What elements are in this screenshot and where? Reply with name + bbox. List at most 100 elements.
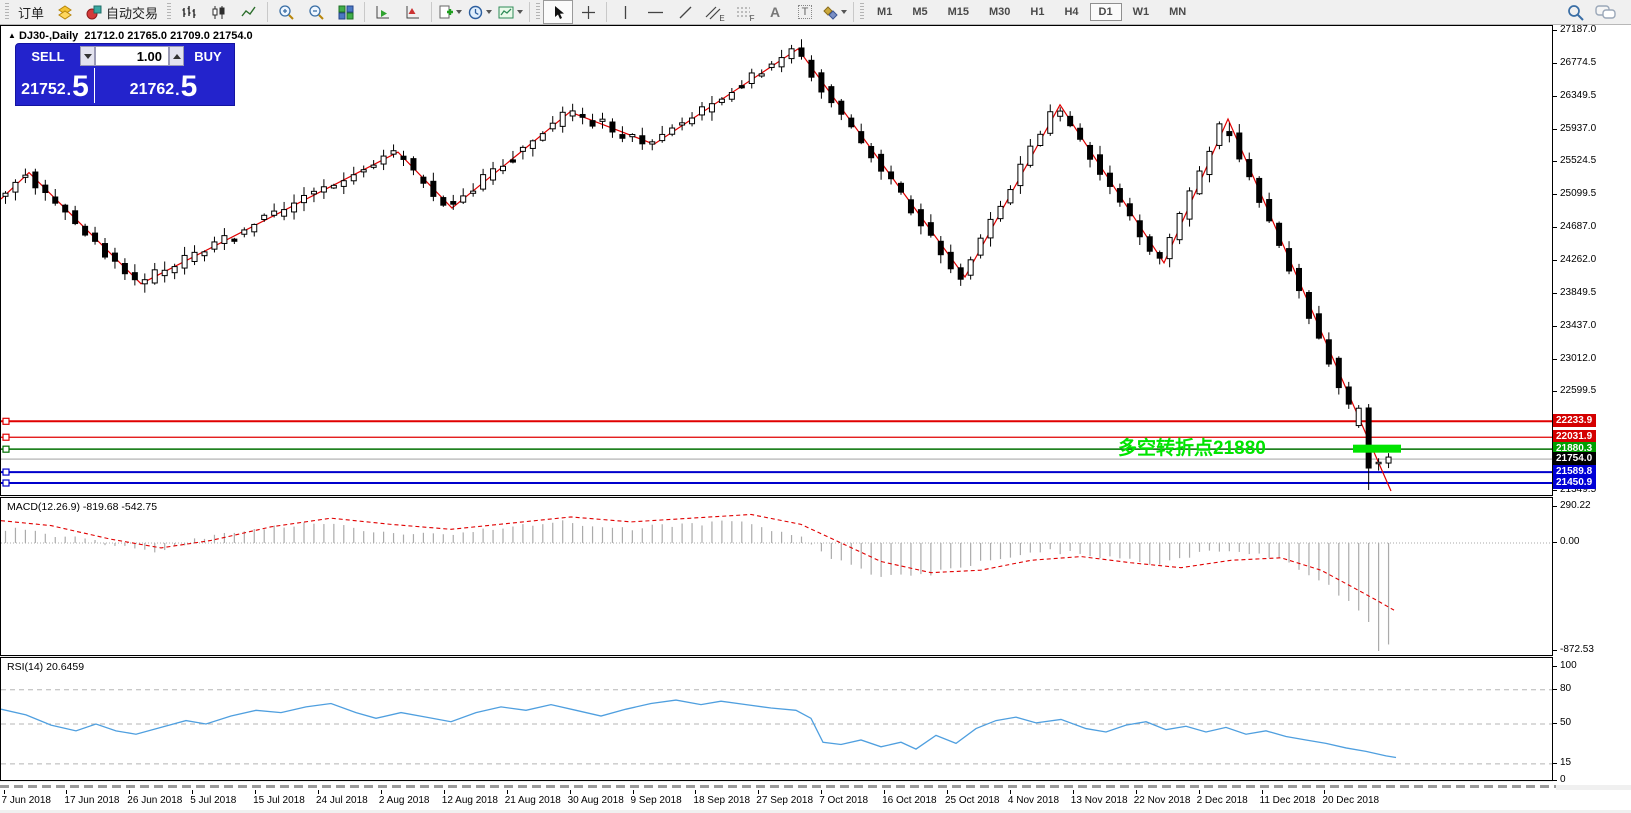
date-label: 15 Jul 2018 (253, 795, 305, 806)
cursor-icon (552, 5, 565, 20)
bar-chart-button[interactable] (174, 0, 204, 24)
chat-icon (1595, 4, 1617, 21)
timeframe-m15[interactable]: M15 (939, 3, 978, 21)
collapse-icon[interactable]: ▲ (8, 31, 16, 40)
date-tick (1199, 790, 1200, 794)
toolbar-grip[interactable] (860, 3, 864, 21)
date-tick (129, 790, 130, 794)
toolbar-grip[interactable] (167, 3, 171, 21)
chat-button[interactable] (1591, 0, 1621, 24)
cursor-button[interactable] (543, 0, 573, 24)
axis-tick (1553, 391, 1557, 392)
vertical-line-button[interactable] (610, 0, 640, 24)
price-axis-gutter: 27187.026774.526349.525937.025524.525099… (1553, 25, 1631, 785)
label-button[interactable]: T (790, 0, 820, 24)
axis-tick (1553, 227, 1557, 228)
ohlc-low: 21709.0 (170, 30, 210, 42)
horizontal-scrollbar[interactable] (0, 782, 1556, 790)
date-label: 26 Jun 2018 (127, 795, 182, 806)
scrollbar-thumb[interactable] (0, 785, 1556, 788)
triangle-up-icon (173, 54, 181, 59)
search-button[interactable] (1561, 0, 1591, 24)
candlestick-chart-button[interactable] (204, 0, 234, 24)
timeframe-group: M1M5M15M30H1H4D1W1MN (867, 3, 1196, 21)
date-tick (66, 790, 67, 794)
periods-button[interactable] (465, 0, 495, 24)
buy-price[interactable]: 21762.5 (95, 68, 232, 103)
date-label: 18 Sep 2018 (693, 795, 750, 806)
axis-tick-label: 290.22 (1560, 500, 1591, 512)
axis-tick (1553, 666, 1557, 667)
shapes-button[interactable] (820, 0, 850, 24)
dropdown-caret[interactable] (841, 10, 847, 14)
tile-windows-button[interactable] (331, 0, 361, 24)
date-tick (1324, 790, 1325, 794)
zoom-in-button[interactable] (271, 0, 301, 24)
date-tick (381, 790, 382, 794)
timeframe-w1[interactable]: W1 (1124, 3, 1159, 21)
trendline-button[interactable] (670, 0, 700, 24)
axis-tick (1553, 194, 1557, 195)
date-tick (695, 790, 696, 794)
date-label: 20 Dec 2018 (1322, 795, 1379, 806)
dropdown-caret[interactable] (456, 10, 462, 14)
macd-pane[interactable]: MACD(12.26.9) -819.68 -542.75 (0, 497, 1553, 656)
gold-button[interactable] (50, 0, 80, 24)
volume-input[interactable]: 1.00 (95, 46, 169, 66)
chart-shift-icon (405, 5, 421, 20)
toolbar-separator (529, 2, 530, 22)
timeframe-h1[interactable]: H1 (1021, 3, 1053, 21)
fibonacci-button[interactable]: F (730, 0, 760, 24)
axis-tick (1553, 30, 1557, 31)
timeframe-m1[interactable]: M1 (868, 3, 901, 21)
autotrade-button[interactable]: 自动交易 (80, 0, 164, 24)
rsi-pane[interactable]: RSI(14) 20.6459 (0, 657, 1553, 781)
date-label: 13 Nov 2018 (1071, 795, 1128, 806)
axis-tick (1553, 506, 1557, 507)
rsi-canvas[interactable] (1, 658, 1552, 780)
channel-button[interactable]: E (700, 0, 730, 24)
zoom-out-button[interactable] (301, 0, 331, 24)
axis-tick-label: 25937.0 (1560, 123, 1596, 135)
axis-tick (1553, 650, 1557, 651)
toolbar-grip[interactable] (536, 3, 540, 21)
crosshair-button[interactable] (573, 0, 603, 24)
axis-tick-label: 26774.5 (1560, 57, 1596, 69)
toolbar-separator (431, 2, 432, 22)
timeframe-m30[interactable]: M30 (980, 3, 1019, 21)
date-label: 7 Oct 2018 (819, 795, 868, 806)
line-chart-button[interactable] (234, 0, 264, 24)
templates-button[interactable] (435, 0, 465, 24)
toolbar-separator (267, 2, 268, 22)
timeframe-mn[interactable]: MN (1160, 3, 1195, 21)
timeframe-d1[interactable]: D1 (1090, 3, 1122, 21)
macd-canvas[interactable] (1, 498, 1552, 655)
axis-tick (1553, 63, 1557, 64)
auto-scroll-button[interactable] (368, 0, 398, 24)
buy-button[interactable]: BUY (184, 44, 232, 68)
date-tick (4, 790, 5, 794)
horizontal-line-icon (647, 5, 664, 20)
dropdown-caret[interactable] (486, 10, 492, 14)
indicators-button[interactable] (495, 0, 526, 24)
horizontal-line-button[interactable] (640, 0, 670, 24)
date-tick (1010, 790, 1011, 794)
sell-button[interactable]: SELL (16, 44, 80, 68)
new-order-button[interactable]: 订单 (12, 0, 50, 24)
volume-increase-button[interactable] (169, 46, 184, 66)
volume-decrease-button[interactable] (80, 46, 95, 66)
ohlc-high: 21765.0 (127, 30, 167, 42)
timeframe-m5[interactable]: M5 (903, 3, 936, 21)
toolbar-grip[interactable] (5, 3, 9, 21)
chart-shift-button[interactable] (398, 0, 428, 24)
vertical-line-icon (619, 5, 632, 20)
text-button[interactable]: A (760, 0, 790, 24)
date-tick (318, 790, 319, 794)
axis-tick-label: 0 (1560, 774, 1566, 786)
sell-price[interactable]: 21752.5 (16, 68, 95, 103)
dropdown-caret[interactable] (517, 10, 523, 14)
axis-tick-label: 80 (1560, 683, 1571, 695)
date-label: 24 Jul 2018 (316, 795, 368, 806)
axis-tick (1553, 161, 1557, 162)
timeframe-h4[interactable]: H4 (1055, 3, 1087, 21)
